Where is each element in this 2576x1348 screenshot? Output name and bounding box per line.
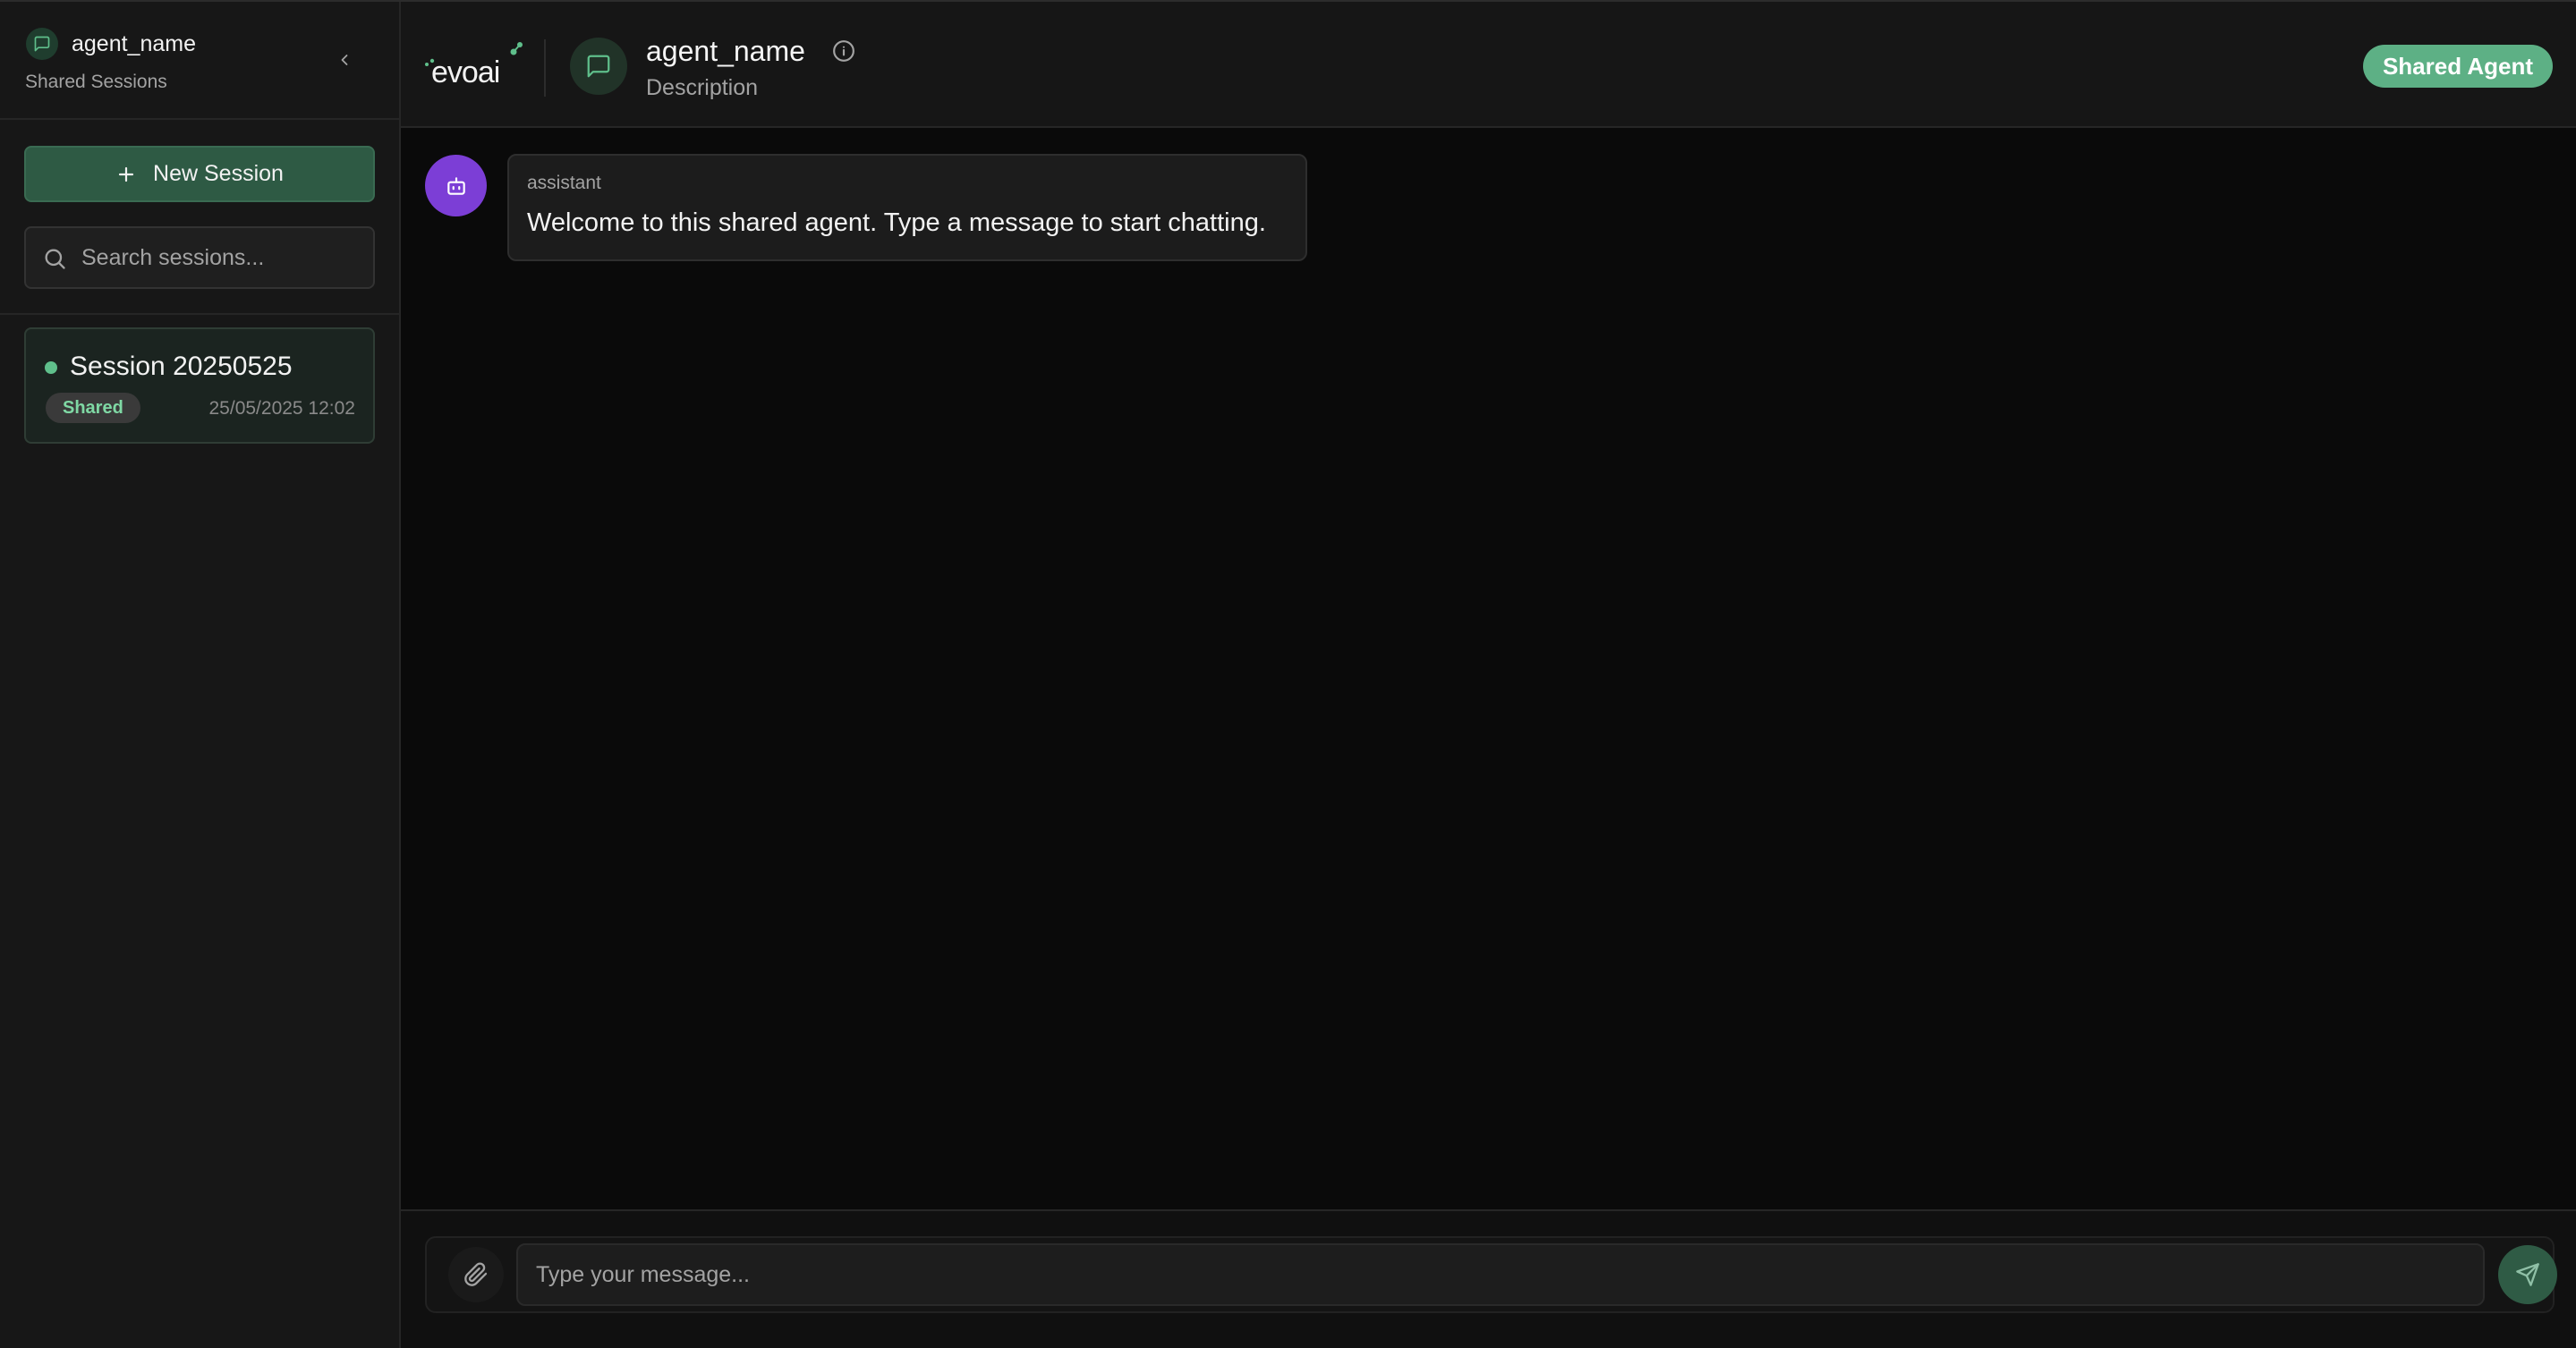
session-shared-badge: Shared	[46, 393, 140, 423]
plus-icon	[118, 166, 134, 182]
info-icon[interactable]	[830, 38, 857, 64]
main-panel: evoai agent_name Description Shared Agen…	[401, 2, 2576, 1348]
message-role: assistant	[527, 173, 601, 193]
collapse-sidebar-button[interactable]	[331, 47, 358, 73]
sidebar-agent-name: agent_name	[72, 31, 197, 56]
bot-icon	[446, 176, 465, 195]
chat-messages-area: assistant Welcome to this shared agent. …	[401, 130, 2576, 1209]
top-bar: evoai agent_name Description Shared Agen…	[401, 2, 2576, 128]
message-input[interactable]	[518, 1245, 2483, 1304]
search-icon	[45, 249, 65, 269]
svg-text:evoai: evoai	[431, 55, 499, 89]
agent-description: Description	[646, 75, 759, 100]
sidebar-header: agent_name Shared Sessions	[0, 2, 399, 120]
send-message-button[interactable]	[2498, 1245, 2557, 1304]
shared-agent-badge: Shared Agent	[2362, 45, 2553, 88]
new-session-label: New Session	[153, 161, 284, 186]
search-sessions-field[interactable]	[24, 226, 375, 289]
new-session-button[interactable]: New Session	[24, 146, 375, 202]
agent-avatar	[570, 38, 627, 95]
send-icon	[2516, 1263, 2539, 1286]
attach-file-button[interactable]	[448, 1247, 504, 1302]
message-text: Welcome to this shared agent. Type a mes…	[527, 208, 1266, 237]
session-date: 25/05/2025 12:02	[208, 398, 356, 419]
search-sessions-input[interactable]	[81, 228, 368, 287]
agent-name-title: agent_name	[646, 35, 805, 67]
composer-container	[425, 1236, 2557, 1313]
message-square-icon	[587, 55, 610, 78]
sidebar-subtitle: Shared Sessions	[25, 72, 167, 92]
chevron-left-icon	[341, 55, 348, 65]
session-title: Session 20250525	[70, 352, 293, 381]
assistant-message: assistant Welcome to this shared agent. …	[507, 154, 1307, 261]
message-input-box	[516, 1243, 2485, 1306]
assistant-avatar	[425, 155, 487, 216]
app-window: agent_name Shared Sessions New Session S…	[0, 0, 2576, 1348]
sidebar-divider	[0, 313, 399, 315]
session-status-dot	[45, 361, 57, 374]
message-composer	[401, 1209, 2576, 1348]
header-separator	[544, 39, 546, 97]
message-square-icon	[26, 28, 58, 60]
session-list-item[interactable]: Session 20250525 Shared 25/05/2025 12:02	[24, 327, 375, 444]
paperclip-icon	[464, 1262, 488, 1286]
evoai-logo: evoai	[425, 42, 523, 89]
sidebar: agent_name Shared Sessions New Session S…	[0, 2, 401, 1348]
